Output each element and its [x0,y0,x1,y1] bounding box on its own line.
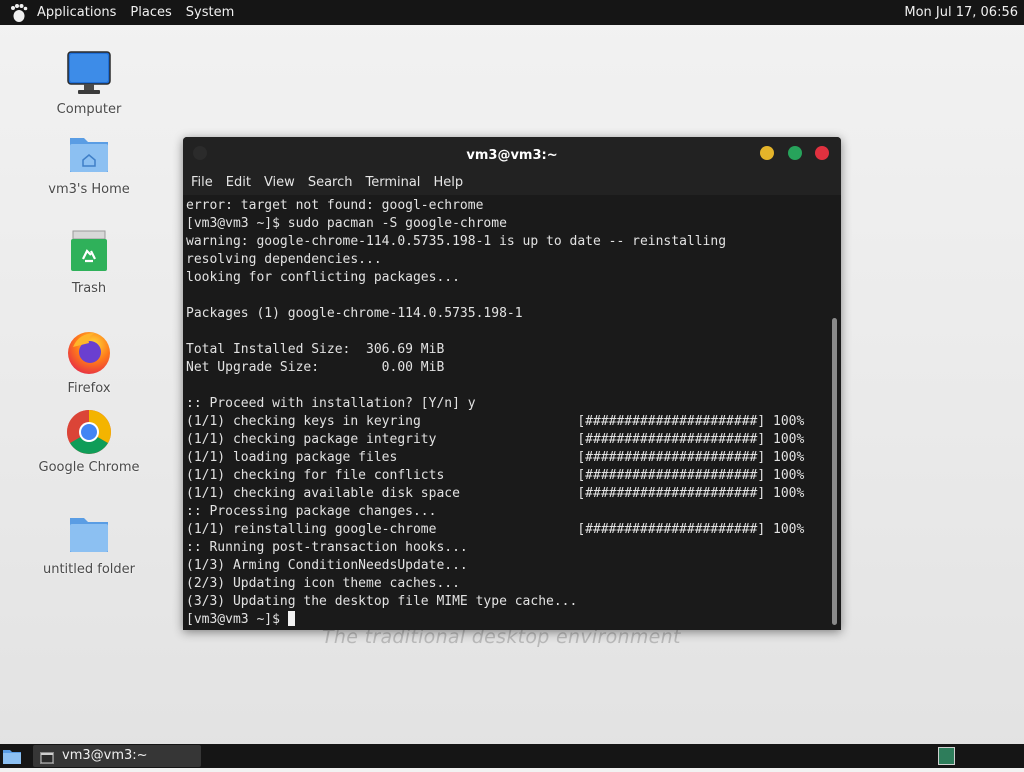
desktop-icon-label: Firefox [67,381,111,396]
minimize-button[interactable] [760,146,774,160]
menu-view[interactable]: View [259,171,300,195]
terminal-menubar: File Edit View Search Terminal Help [183,171,841,195]
window-titlebar[interactable]: vm3@vm3:~ [183,137,841,171]
terminal-window[interactable]: vm3@vm3:~ File Edit View Search Terminal… [183,137,841,630]
chrome-icon [65,408,113,456]
desktop-icon-untitled-folder[interactable]: untitled folder [34,510,144,577]
applications-menu[interactable]: Applications [30,0,123,25]
places-menu[interactable]: Places [123,0,178,25]
top-panel: Applications Places System Mon Jul 17, 0… [0,0,1024,25]
gnome-foot-icon[interactable] [8,2,30,24]
text-cursor [287,611,295,626]
terminal-line: :: Processing package changes... [186,504,437,519]
clock[interactable]: Mon Jul 17, 06:56 [904,0,1018,25]
terminal-line: looking for conflicting packages... [186,270,460,285]
folder-icon [65,510,113,558]
terminal-line: (1/1) checking available disk space [###… [186,486,805,501]
terminal-prompt: [vm3@vm3 ~]$ [186,612,288,627]
menu-search[interactable]: Search [303,171,358,195]
firefox-icon [65,329,113,377]
terminal-line: (1/3) Arming ConditionNeedsUpdate... [186,558,468,573]
show-desktop-icon[interactable] [2,747,22,765]
bottom-panel: vm3@vm3:~ [0,744,1024,768]
desktop-icon-firefox[interactable]: Firefox [34,329,144,396]
terminal-line: (3/3) Updating the desktop file MIME typ… [186,594,578,609]
terminal-line: (1/1) checking package integrity [######… [186,432,805,447]
terminal-line: :: Running post-transaction hooks... [186,540,468,555]
terminal-window-icon [40,750,54,764]
scrollbar-thumb[interactable] [832,318,837,625]
terminal-prompt-line: [vm3@vm3 ~]$ [186,611,829,629]
terminal-line: (1/1) loading package files [###########… [186,450,805,465]
desktop-icon-home[interactable]: vm3's Home [34,130,144,197]
terminal-line: error: target not found: googl-echrome [186,198,484,213]
desktop-icon-label: Google Chrome [38,460,140,475]
terminal-line: warning: google-chrome-114.0.5735.198-1 … [186,234,727,249]
home-folder-icon [65,130,113,178]
terminal-line: (2/3) Updating icon theme caches... [186,576,460,591]
workspace-switcher[interactable] [938,747,955,765]
desktop-icon-label: untitled folder [42,562,135,577]
taskbar-button-label: vm3@vm3:~ [62,748,148,763]
terminal-line: Total Installed Size: 306.69 MiB [186,342,445,357]
terminal-line: (1/1) checking keys in keyring [########… [186,414,805,429]
desktop-icon-trash[interactable]: Trash [34,229,144,296]
system-menu[interactable]: System [179,0,241,25]
terminal-line: Packages (1) google-chrome-114.0.5735.19… [186,306,523,321]
taskbar-button-terminal[interactable]: vm3@vm3:~ [33,745,201,767]
desktop-icon-label: Computer [56,102,122,117]
trash-icon [65,229,113,277]
terminal-line: :: Proceed with installation? [Y/n] y [186,396,476,411]
terminal-line: resolving dependencies... [186,252,382,267]
desktop-icon-label: Trash [71,281,107,296]
terminal-output-area[interactable]: error: target not found: googl-echrome [v… [183,195,829,630]
menu-terminal[interactable]: Terminal [360,171,425,195]
desktop-icon-label: vm3's Home [48,182,130,197]
terminal-scrollbar[interactable] [829,195,841,630]
menu-file[interactable]: File [186,171,218,195]
terminal-line: (1/1) checking for file conflicts [#####… [186,468,805,483]
window-title: vm3@vm3:~ [466,148,558,163]
terminal-line: [vm3@vm3 ~]$ sudo pacman -S google-chrom… [186,216,507,231]
window-menu-icon[interactable] [193,146,207,160]
terminal-line: Net Upgrade Size: 0.00 MiB [186,360,445,375]
terminal-output: error: target not found: googl-echrome [v… [183,195,829,629]
menu-edit[interactable]: Edit [221,171,256,195]
desktop-icon-chrome[interactable]: Google Chrome [34,408,144,475]
terminal-line: (1/1) reinstalling google-chrome [######… [186,522,805,537]
close-button[interactable] [815,146,829,160]
monitor-icon [65,50,113,98]
maximize-button[interactable] [788,146,802,160]
desktop-icon-computer[interactable]: Computer [34,50,144,117]
menu-help[interactable]: Help [428,171,468,195]
